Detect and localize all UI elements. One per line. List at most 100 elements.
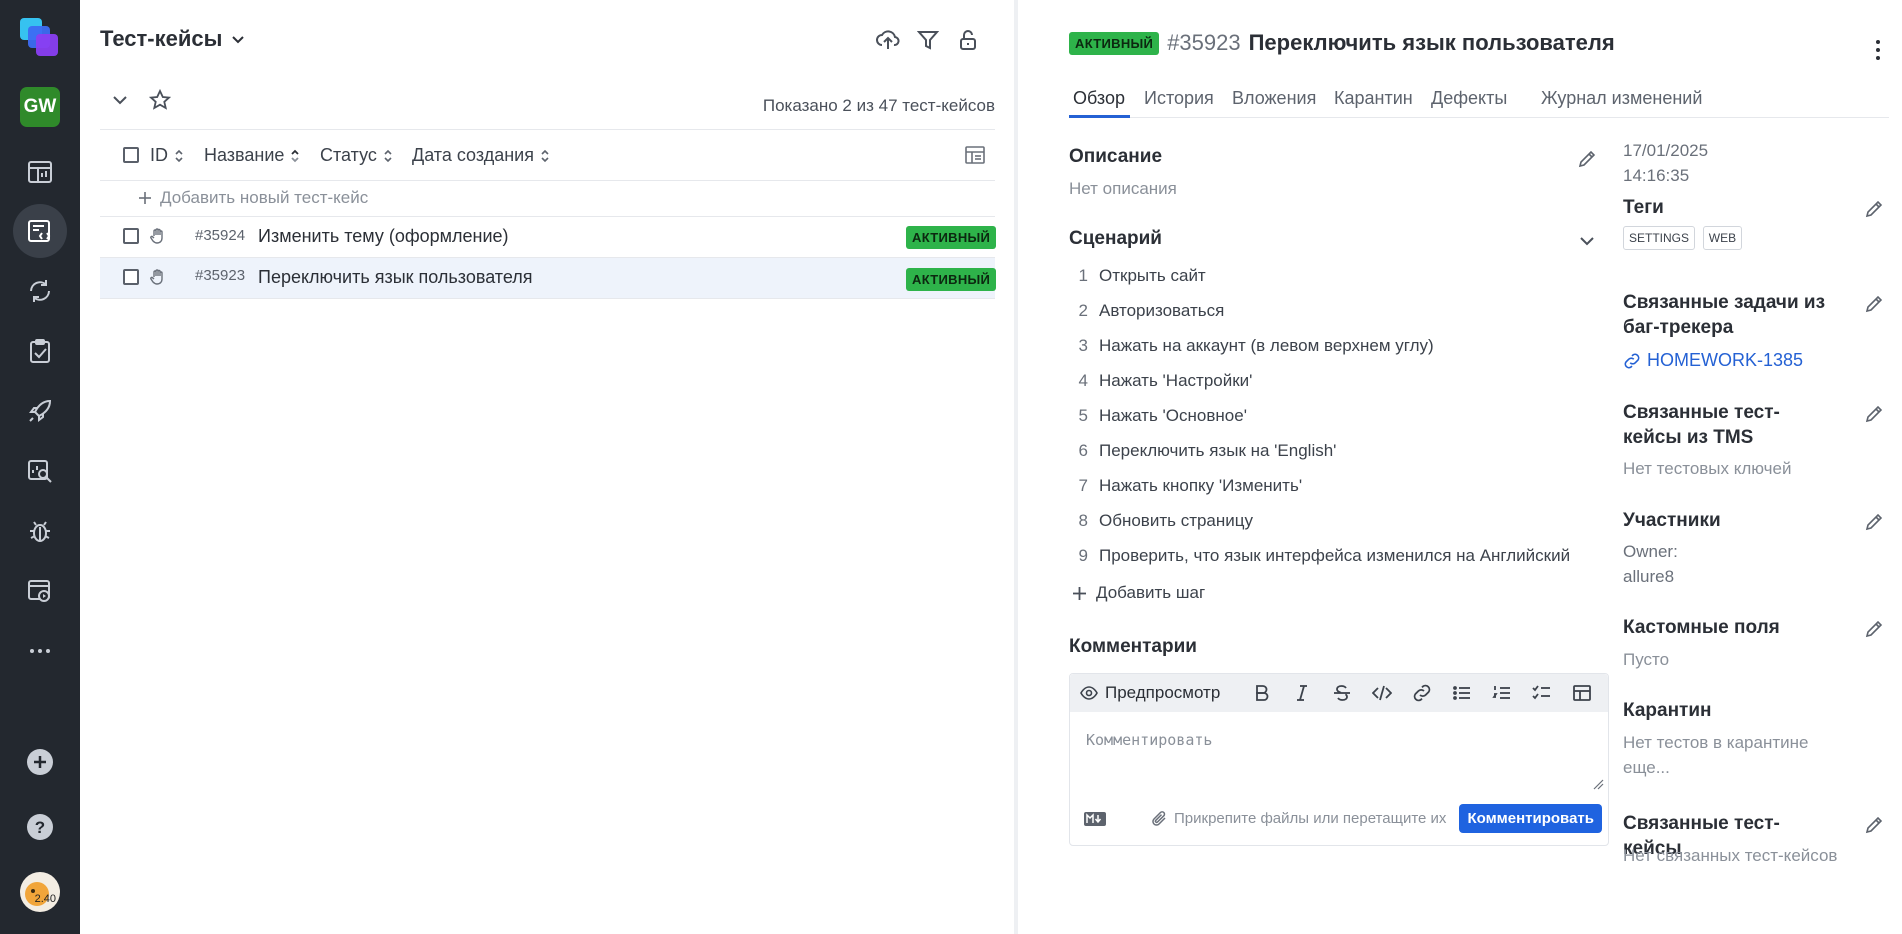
filter-icon[interactable] [913, 25, 943, 55]
custom-fields-title: Кастомные поля [1623, 617, 1780, 638]
edit-issues-pencil-icon[interactable] [1864, 294, 1884, 314]
rocket-icon[interactable] [13, 384, 67, 438]
italic-icon[interactable] [1292, 683, 1312, 703]
edit-description-pencil-icon[interactable] [1577, 149, 1597, 169]
test-cases-title[interactable]: Тест-кейсы [100, 26, 246, 52]
strikethrough-icon[interactable] [1332, 683, 1352, 703]
step-text[interactable]: Открыть сайт [1099, 266, 1206, 286]
tag-chip[interactable]: SETTINGS [1623, 226, 1696, 250]
tab-attachments[interactable]: Вложения [1232, 88, 1316, 109]
launches-icon[interactable] [13, 264, 67, 318]
plus-icon [139, 192, 151, 204]
tab-history[interactable]: История [1144, 88, 1214, 109]
column-created-date[interactable]: Дата создания [412, 145, 550, 166]
row-id: #35924 [195, 227, 246, 244]
kebab-menu-icon[interactable] [1863, 35, 1893, 65]
add-test-case-label: Добавить новый тест-кейс [160, 188, 369, 207]
tag-chip[interactable]: WEB [1702, 226, 1743, 250]
svg-text:2.40: 2.40 [35, 893, 56, 905]
markdown-icon [1084, 812, 1106, 826]
divider [100, 129, 995, 130]
user-avatar[interactable]: 2.40 [20, 872, 60, 912]
created-date: 17/01/2025 [1623, 141, 1709, 160]
numbered-list-icon[interactable] [1492, 683, 1512, 703]
bug-icon[interactable] [13, 504, 67, 558]
issue-link[interactable]: HOMEWORK-1385 [1623, 350, 1803, 371]
active-tab-indicator [1069, 115, 1130, 118]
column-id-label: ID [150, 145, 168, 165]
bullet-list-icon[interactable] [1452, 683, 1472, 703]
tms-links-title: Связанные тест-кейсы из TMS [1623, 402, 1780, 448]
test-cases-icon[interactable] [13, 204, 67, 258]
link-icon [1624, 353, 1640, 368]
tab-changelog[interactable]: Журнал изменений [1541, 88, 1702, 109]
step-number: 8 [1078, 511, 1088, 530]
analytics-icon[interactable] [13, 444, 67, 498]
scenario-chevron-down-icon[interactable] [1578, 232, 1596, 250]
row-checkbox[interactable] [123, 228, 139, 244]
table-row-selected[interactable]: #35923 Переключить язык пользователя АКТ… [100, 258, 997, 298]
bold-icon[interactable] [1252, 683, 1272, 703]
column-settings-icon[interactable] [960, 140, 990, 170]
linked-issues-title: Связанные задачи из баг-трекера [1623, 292, 1826, 338]
editor-toolbar: Предпросмотр [1070, 674, 1608, 712]
more-icon[interactable] [13, 624, 67, 678]
select-all-checkbox[interactable] [123, 147, 139, 163]
step-text[interactable]: Обновить страницу [1099, 511, 1253, 531]
edit-members-pencil-icon[interactable] [1864, 512, 1884, 532]
code-icon[interactable] [1372, 683, 1392, 703]
step-text[interactable]: Авторизоваться [1099, 301, 1224, 321]
unlock-icon[interactable] [953, 25, 983, 55]
comments-title: Комментарии [1069, 636, 1197, 657]
edit-custom-fields-pencil-icon[interactable] [1864, 619, 1884, 639]
star-icon[interactable] [145, 85, 175, 115]
column-status[interactable]: Статус [320, 145, 393, 166]
resize-handle-icon[interactable] [1592, 778, 1604, 790]
related-cases-empty: Нет связанных тест-кейсов [1623, 846, 1838, 865]
add-step-button[interactable]: Добавить шаг [1072, 583, 1205, 603]
column-name[interactable]: Название [204, 145, 300, 166]
link-icon[interactable] [1412, 683, 1432, 703]
column-name-label: Название [204, 145, 285, 165]
upload-icon[interactable] [873, 25, 903, 55]
edit-tags-pencil-icon[interactable] [1864, 199, 1884, 219]
app-logo[interactable] [18, 16, 62, 60]
checklist-icon[interactable] [1532, 683, 1552, 703]
tab-overview[interactable]: Обзор [1073, 88, 1125, 109]
detail-id: #35923 [1167, 30, 1241, 55]
status-badge: АКТИВНЫЙ [906, 268, 997, 291]
collapse-chevron-icon[interactable] [105, 85, 135, 115]
preview-toggle[interactable]: Предпросмотр [1080, 683, 1220, 703]
tab-quarantine[interactable]: Карантин [1334, 88, 1413, 109]
column-id[interactable]: ID [150, 145, 184, 166]
help-icon[interactable]: ? [13, 800, 67, 854]
edit-tms-pencil-icon[interactable] [1864, 404, 1884, 424]
table-icon[interactable] [1572, 683, 1592, 703]
test-plans-icon[interactable] [13, 324, 67, 378]
edit-related-pencil-icon[interactable] [1864, 815, 1884, 835]
row-checkbox[interactable] [123, 269, 139, 285]
jobs-icon[interactable] [13, 564, 67, 618]
tab-defects[interactable]: Дефекты [1431, 88, 1507, 109]
dashboard-icon[interactable] [13, 145, 67, 199]
row-id: #35923 [195, 267, 246, 284]
add-test-case-button[interactable]: Добавить новый тест-кейс [138, 188, 368, 208]
comment-editor: Предпросмотр Комментировать Прикрепите ф… [1069, 673, 1609, 846]
comment-input[interactable]: Комментировать [1086, 731, 1212, 749]
sort-icon [291, 149, 300, 162]
step-text[interactable]: Нажать 'Настройки' [1099, 371, 1252, 391]
issue-link-label: HOMEWORK-1385 [1647, 350, 1804, 370]
members-role: Owner: [1623, 542, 1678, 561]
step-text[interactable]: Переключить язык на 'English' [1099, 441, 1336, 461]
test-case-detail: АКТИВНЫЙ #35923 Переключить язык пользов… [1018, 0, 1902, 934]
add-icon[interactable] [13, 735, 67, 789]
attach-files[interactable]: Прикрепите файлы или перетащите их [1152, 810, 1446, 827]
step-text[interactable]: Нажать на аккаунт (в левом верхнем углу) [1099, 336, 1434, 356]
step-text[interactable]: Нажать 'Основное' [1099, 406, 1247, 426]
comment-submit-button[interactable]: Комментировать [1459, 804, 1602, 833]
table-row[interactable]: #35924 Изменить тему (оформление) АКТИВН… [100, 216, 997, 256]
workspace-avatar[interactable]: GW [20, 87, 60, 127]
step-text[interactable]: Проверить, что язык интерфейса изменился… [1099, 546, 1570, 566]
step-number: 6 [1078, 441, 1088, 460]
step-text[interactable]: Нажать кнопку 'Изменить' [1099, 476, 1302, 496]
